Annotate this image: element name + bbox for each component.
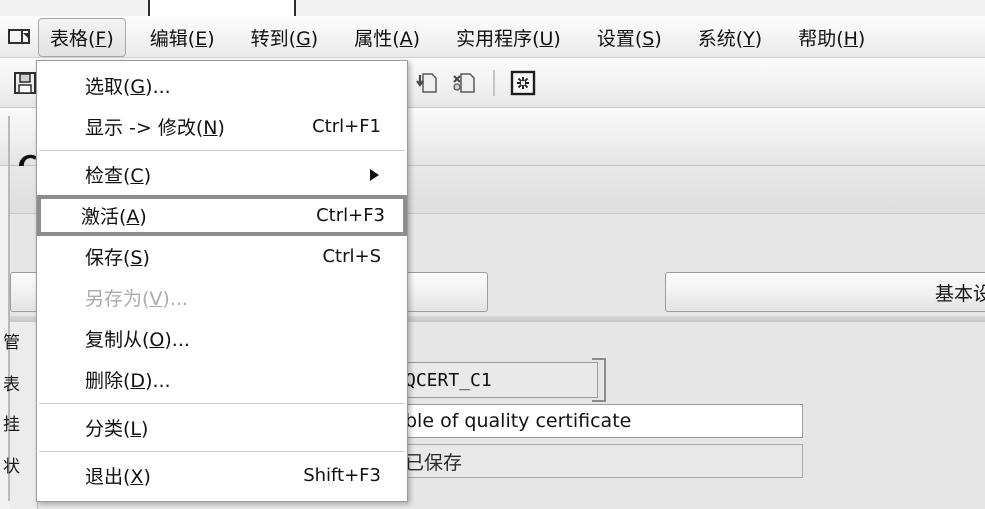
table-name-field[interactable]: QCERT_C1 bbox=[398, 362, 598, 398]
menu-separator bbox=[39, 451, 405, 452]
menu-item-exit-shortcut: Shift+F3 bbox=[303, 465, 381, 486]
side-label-1: 表 bbox=[3, 375, 20, 395]
menu-item-delete-label: 删除(D)... bbox=[85, 370, 171, 392]
menubar-item-system[interactable]: 系统(Y) bbox=[686, 18, 774, 57]
menubar-item-attributes[interactable]: 属性(A) bbox=[342, 18, 432, 57]
menu-item-display-change-shortcut: Ctrl+F1 bbox=[312, 116, 381, 137]
menubar-label-help: 帮助(H) bbox=[798, 27, 866, 50]
menu-item-classify-label: 分类(L) bbox=[85, 418, 149, 440]
menubar-label-utilities: 实用程序(U) bbox=[456, 27, 561, 50]
menubar-item-edit[interactable]: 编辑(E) bbox=[138, 18, 227, 57]
menubar-label-system: 系统(Y) bbox=[697, 27, 763, 50]
field-focus-corner bbox=[592, 358, 606, 402]
menu-item-copy-from[interactable]: 复制从(O)... bbox=[37, 318, 407, 359]
toolbar-separator bbox=[493, 70, 495, 96]
tab-basic-settings-label: 基本设 bbox=[934, 282, 985, 305]
menu-item-save-as: 另存为(V)... bbox=[37, 277, 407, 318]
menu-item-select-label: 选取(G)... bbox=[85, 76, 171, 98]
menubar-label-edit: 编辑(E) bbox=[149, 27, 215, 50]
menu-item-save-shortcut: Ctrl+S bbox=[322, 246, 381, 267]
menu-item-check[interactable]: 检查(C) bbox=[37, 154, 407, 195]
side-label-0: 管 bbox=[3, 333, 20, 353]
next-page-icon[interactable] bbox=[410, 66, 444, 100]
description-field[interactable]: ble of quality certificate bbox=[398, 404, 803, 438]
last-page-icon[interactable] bbox=[448, 66, 482, 100]
table-dropdown-menu: 选取(G)... 显示 -> 修改(N) Ctrl+F1 检查(C) 激活(A)… bbox=[36, 60, 408, 502]
side-label-3: 状 bbox=[3, 457, 20, 477]
menubar-label-attributes: 属性(A) bbox=[354, 27, 421, 50]
menubar-item-table[interactable]: 表格(F) bbox=[38, 17, 126, 57]
menu-item-save[interactable]: 保存(S) Ctrl+S bbox=[37, 236, 407, 277]
menu-separator bbox=[39, 403, 405, 404]
menubar-item-help[interactable]: 帮助(H) bbox=[786, 18, 877, 57]
menu-item-activate-shortcut: Ctrl+F3 bbox=[316, 205, 385, 226]
collapse-icon[interactable] bbox=[506, 66, 540, 100]
menu-item-exit[interactable]: 退出(X) Shift+F3 bbox=[37, 455, 407, 496]
window-exit-icon[interactable] bbox=[8, 27, 32, 47]
menu-item-save-as-label: 另存为(V)... bbox=[85, 288, 188, 310]
menu-item-classify[interactable]: 分类(L) bbox=[37, 407, 407, 448]
menu-item-display-change-label: 显示 -> 修改(N) bbox=[85, 117, 225, 139]
menubar-item-utilities[interactable]: 实用程序(U) bbox=[444, 18, 573, 57]
submenu-arrow-icon bbox=[370, 168, 379, 181]
menu-separator bbox=[39, 150, 405, 151]
menu-item-exit-label: 退出(X) bbox=[85, 466, 151, 488]
menu-item-activate-label: 激活(A) bbox=[81, 206, 147, 228]
menu-item-select[interactable]: 选取(G)... bbox=[37, 65, 407, 106]
menubar-label-goto: 转到(G) bbox=[250, 27, 319, 50]
menubar-item-settings[interactable]: 设置(S) bbox=[585, 18, 674, 57]
sap-gui-window: 表格(F) 编辑(E) 转到(G) 属性(A) 实用程序(U) 设置(S) 系统… bbox=[0, 0, 985, 509]
menu-bar: 表格(F) 编辑(E) 转到(G) 属性(A) 实用程序(U) 设置(S) 系统… bbox=[0, 16, 985, 58]
status-field: 已保存 bbox=[398, 444, 803, 478]
menu-item-copy-from-label: 复制从(O)... bbox=[85, 329, 190, 351]
menubar-label-settings: 设置(S) bbox=[596, 27, 662, 50]
menu-item-delete[interactable]: 删除(D)... bbox=[37, 359, 407, 400]
menubar-item-goto[interactable]: 转到(G) bbox=[239, 18, 331, 57]
menu-item-list: 表格(F) 编辑(E) 转到(G) 属性(A) 实用程序(U) 设置(S) 系统… bbox=[38, 16, 889, 58]
menubar-label-table: 表格(F) bbox=[50, 27, 114, 50]
menu-item-display-change[interactable]: 显示 -> 修改(N) Ctrl+F1 bbox=[37, 106, 407, 147]
menu-item-check-label: 检查(C) bbox=[85, 165, 152, 187]
menu-item-activate[interactable]: 激活(A) Ctrl+F3 bbox=[37, 195, 407, 236]
menu-item-save-label: 保存(S) bbox=[85, 247, 150, 269]
tab-basic-settings[interactable]: 基本设 bbox=[665, 272, 985, 312]
side-label-2: 挂 bbox=[3, 415, 20, 435]
